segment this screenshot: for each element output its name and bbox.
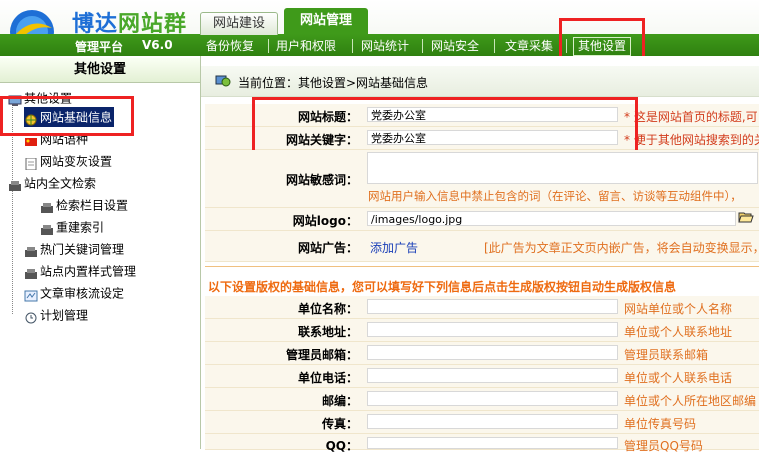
style-icon <box>24 266 38 279</box>
tree-item-label: 站内全文检索 <box>24 176 97 191</box>
section-divider <box>205 266 759 267</box>
sidebar-title: 其他设置 <box>0 58 200 83</box>
fax-label: 传真： <box>321 417 358 431</box>
tree-item-label: 热门关键词管理 <box>40 242 125 257</box>
tree-item-label: 文章审核流设定 <box>40 286 125 301</box>
sensitive-words-textarea[interactable] <box>367 152 758 184</box>
unit-phone-label: 单位电话： <box>297 371 358 385</box>
nav-divider <box>422 39 423 53</box>
location-icon <box>215 75 231 87</box>
unit-name-label: 单位名称： <box>297 302 358 316</box>
add-ad-link[interactable]: 添加广告 <box>370 239 418 256</box>
tree-item-builtin-styles[interactable]: 站点内置样式管理 <box>24 261 136 281</box>
tree-item-fulltext-search[interactable]: 站内全文检索 <box>8 173 96 193</box>
fax-hint: 单位传真号码 <box>624 417 697 431</box>
nav-divider <box>494 39 495 53</box>
admin-email-hint: 管理员联系邮箱 <box>624 348 709 362</box>
schedule-icon <box>24 310 38 323</box>
tree-item-hot-keywords[interactable]: 热门关键词管理 <box>24 239 124 259</box>
ad-label: 网站广告： <box>297 241 358 255</box>
brand-version: V6.0 <box>142 38 173 52</box>
postcode-label: 邮编： <box>321 394 358 408</box>
unit-phone-input[interactable] <box>367 368 618 383</box>
nav-site-stats[interactable]: 网站统计 <box>361 36 409 56</box>
tree-item-schedule[interactable]: 计划管理 <box>24 305 88 325</box>
admin-email-input[interactable] <box>367 345 618 360</box>
rebuild-icon <box>40 222 54 235</box>
tree-item-label: 重建索引 <box>56 220 105 235</box>
workflow-icon <box>24 288 38 301</box>
tree-item-label: 计划管理 <box>40 308 89 323</box>
address-hint: 单位或个人联系地址 <box>624 325 733 339</box>
unit-phone-hint: 单位或个人联系电话 <box>624 371 733 385</box>
site-keywords-hint: * 便于其他网站搜索到的关 <box>624 133 759 147</box>
tab-site-build[interactable]: 网站建设 <box>200 12 278 35</box>
qq-input[interactable] <box>367 437 618 449</box>
unit-name-hint: 网站单位或个人名称 <box>624 302 733 316</box>
copyright-section-heading: 以下设置版权的基础信息，您可以填写好下列信息后点击生成版权按钮自动生成版权信息 <box>208 280 677 294</box>
tree-item-label: 站点内置样式管理 <box>40 264 137 279</box>
folder-open-icon[interactable] <box>738 210 754 224</box>
sensitive-words-label: 网站敏感词： <box>285 173 358 187</box>
postcode-hint: 单位或个人所在地区邮编 <box>624 394 757 408</box>
qq-label: QQ： <box>325 439 358 453</box>
tree-item-article-workflow[interactable]: 文章审核流设定 <box>24 283 124 303</box>
tab-site-manage[interactable]: 网站管理 <box>284 8 368 34</box>
nav-divider <box>352 39 353 53</box>
nav-site-security[interactable]: 网站安全 <box>431 36 479 56</box>
nav-users-permissions[interactable]: 用户和权限 <box>276 36 336 56</box>
highlight-box-form <box>252 97 638 153</box>
tree-item-search-columns[interactable]: 检索栏目设置 <box>40 195 128 215</box>
breadcrumb: 当前位置：其他设置>网站基础信息 <box>238 76 429 90</box>
unit-name-input[interactable] <box>367 299 618 314</box>
admin-email-label: 管理员邮箱： <box>285 348 358 362</box>
nav-article-collect[interactable]: 文章采集 <box>505 36 553 56</box>
search-node-icon <box>8 178 22 191</box>
postcode-input[interactable] <box>367 391 618 406</box>
keyword-icon <box>24 244 38 257</box>
column-icon <box>40 200 54 213</box>
highlight-box-sidebar <box>0 96 134 136</box>
tree-item-label: 网站变灰设置 <box>40 154 113 169</box>
logo-input[interactable]: /images/logo.jpg <box>367 211 736 226</box>
nav-backup-restore[interactable]: 备份恢复 <box>206 36 254 56</box>
address-label: 联系地址： <box>297 325 358 339</box>
tree-item-label: 检索栏目设置 <box>56 198 129 213</box>
qq-hint: 管理员QQ号码 <box>624 439 703 453</box>
nav-divider <box>268 39 269 53</box>
sensitive-words-hint: 网站用户输入信息中禁止包含的词（在评论、留言、访谈等互动组件中）， <box>368 189 742 203</box>
site-title-hint: * 这是网站首页的标题,可 <box>624 110 758 124</box>
brand-subtitle: 管理平台 <box>75 40 124 54</box>
ad-hint: [此广告为文章正文页内嵌广告，将会自动变换显示， <box>484 241 759 255</box>
fax-input[interactable] <box>367 414 618 429</box>
logo-label: 网站logo： <box>292 214 358 228</box>
address-input[interactable] <box>367 322 618 337</box>
tree-item-site-gray[interactable]: 网站变灰设置 <box>24 151 112 171</box>
tree-item-rebuild-index[interactable]: 重建索引 <box>40 217 104 237</box>
document-icon <box>24 156 38 170</box>
